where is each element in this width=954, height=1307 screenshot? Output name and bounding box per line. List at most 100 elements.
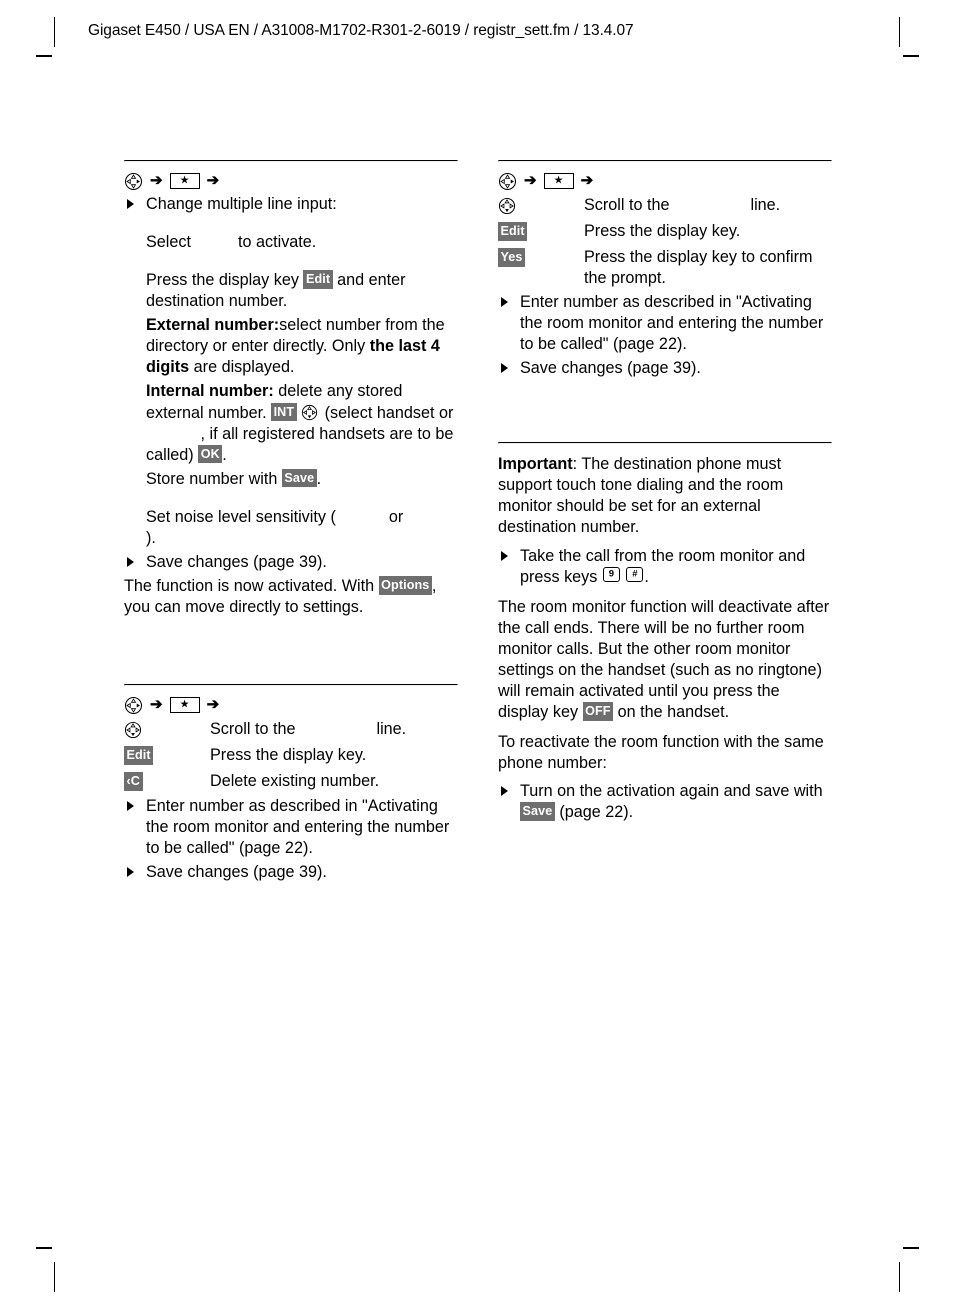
arrow-icon: ➔ bbox=[524, 171, 537, 189]
save-changes-text: Save changes (page 39). bbox=[146, 863, 327, 882]
store-number-paragraph: Store number with Save. bbox=[124, 468, 456, 490]
external-number-paragraph: External number:select number from the d… bbox=[124, 315, 456, 378]
noise-level-or: or bbox=[388, 507, 404, 526]
star-key-icon[interactable] bbox=[543, 173, 574, 189]
navigation-key-icon[interactable] bbox=[124, 721, 143, 740]
take-call-text: Take the call from the room monitor and … bbox=[520, 546, 806, 586]
step-row: Yes Press the display key to confirm the… bbox=[498, 247, 830, 289]
step-description: Scroll to the line. bbox=[210, 719, 456, 740]
navigation-key-icon[interactable] bbox=[301, 404, 320, 423]
softkey-options-badge[interactable]: Options bbox=[378, 575, 432, 595]
section-rule bbox=[498, 441, 832, 444]
step-row: Scroll to the line. bbox=[124, 719, 456, 741]
menu-path-row: ➔ ➔ bbox=[124, 171, 456, 191]
bullet-triangle-icon bbox=[127, 801, 134, 812]
softkey-yes-badge[interactable]: Yes bbox=[498, 248, 526, 267]
crop-mark-bottom-left-horizontal bbox=[36, 1247, 52, 1249]
arrow-icon: ➔ bbox=[150, 171, 163, 189]
bullet-triangle-icon bbox=[501, 786, 508, 797]
select-activate-line: Select to activate. bbox=[124, 232, 456, 253]
deactivate-paragraph: The room monitor function will deactivat… bbox=[498, 597, 830, 723]
softkey-edit-badge[interactable]: Edit bbox=[303, 270, 333, 289]
noise-level-text-end: ). bbox=[146, 528, 156, 547]
bullet-triangle-icon bbox=[127, 556, 134, 567]
softkey-edit-badge[interactable]: Edit bbox=[124, 746, 154, 765]
select-label: Select bbox=[146, 233, 191, 252]
function-activated-text: The function is now activated. With bbox=[124, 576, 375, 595]
list-item: Save changes (page 39). bbox=[498, 358, 830, 379]
activate-label: to activate. bbox=[238, 233, 317, 252]
bullet-triangle-icon bbox=[501, 550, 508, 561]
navigation-key-icon[interactable] bbox=[498, 172, 517, 191]
crop-mark-bottom-right-vertical bbox=[899, 1262, 900, 1292]
scroll-text-end: line. bbox=[750, 196, 781, 214]
menu-path-row: ➔ ➔ bbox=[498, 171, 830, 191]
scroll-text: Scroll to the bbox=[210, 720, 296, 739]
navigation-key-icon[interactable] bbox=[124, 172, 143, 191]
step-key-cell bbox=[498, 195, 584, 217]
arrow-icon: ➔ bbox=[206, 171, 220, 189]
bullet-triangle-icon bbox=[127, 199, 134, 209]
reactivate-paragraph: To reactivate the room function with the… bbox=[498, 733, 824, 773]
bullet-text: Change multiple line input: bbox=[146, 195, 337, 213]
important-label: Important bbox=[498, 454, 573, 473]
key-9-icon[interactable]: 9 bbox=[602, 566, 620, 582]
crop-mark-bottom-right-horizontal bbox=[903, 1247, 919, 1249]
crop-mark-top-right-horizontal bbox=[903, 55, 919, 57]
softkey-int-badge[interactable]: INT bbox=[271, 402, 297, 422]
section-rule bbox=[498, 160, 832, 162]
enter-number-text: Enter number as described in "Activating… bbox=[146, 797, 450, 858]
key-9-label: 9 bbox=[608, 568, 615, 580]
list-item: Save changes (page 39). bbox=[124, 552, 456, 573]
store-number-period: . bbox=[316, 469, 322, 488]
step-row: Edit Press the display key. bbox=[498, 221, 830, 243]
step-key-cell: ‹C bbox=[124, 771, 210, 793]
arrow-icon: ➔ bbox=[150, 695, 163, 713]
important-paragraph: Important: The destination phone must su… bbox=[498, 454, 830, 538]
right-section-2-important: Important: The destination phone must su… bbox=[498, 441, 832, 824]
left-section-2: ➔ ➔ Scroll to the line. bbox=[124, 684, 458, 883]
star-key-icon[interactable] bbox=[169, 173, 200, 189]
softkey-delete-badge[interactable]: ‹C bbox=[124, 772, 143, 791]
navigation-key-icon[interactable] bbox=[498, 197, 517, 216]
crop-mark-bottom-left-vertical bbox=[54, 1262, 55, 1292]
step-description: Scroll to the line. bbox=[584, 195, 830, 216]
external-number-text-end: are displayed. bbox=[189, 358, 295, 377]
step-key-cell: Edit bbox=[498, 221, 584, 243]
navigation-key-icon[interactable] bbox=[124, 696, 143, 715]
right-column: ➔ ➔ Scroll to the line. bbox=[498, 160, 832, 824]
section-rule bbox=[124, 160, 458, 162]
enter-number-text: Enter number as described in "Activating… bbox=[520, 293, 824, 354]
internal-number-text-3: , if all registered handsets are to be c… bbox=[146, 424, 454, 464]
list-item: Save changes (page 39). bbox=[124, 862, 456, 883]
bullet-triangle-icon bbox=[501, 363, 508, 374]
key-hash-icon[interactable]: # bbox=[626, 566, 644, 582]
softkey-off-badge[interactable]: OFF bbox=[582, 702, 614, 721]
softkey-ok-badge[interactable]: OK bbox=[198, 444, 223, 464]
left-section-1: ➔ ➔ Change multiple line input: Select t… bbox=[124, 160, 458, 618]
step-key-cell: Yes bbox=[498, 247, 584, 269]
softkey-save-badge[interactable]: Save bbox=[281, 468, 317, 488]
function-activated-paragraph: The function is now activated. With Opti… bbox=[124, 575, 456, 618]
noise-level-text: Set noise level sensitivity ( bbox=[146, 507, 336, 526]
internal-number-text-4: . bbox=[222, 445, 227, 464]
deactivate-text-2: on the handset. bbox=[617, 703, 730, 722]
key-hash-label: # bbox=[632, 568, 638, 580]
step-key-cell: Edit bbox=[124, 745, 210, 767]
softkey-save-badge[interactable]: Save bbox=[520, 802, 555, 822]
take-call-period: . bbox=[644, 567, 649, 586]
list-item: Turn on the activation again and save wi… bbox=[498, 781, 830, 823]
press-display-key-paragraph: Press the display key Edit and enter des… bbox=[124, 270, 456, 312]
star-key-icon[interactable] bbox=[169, 697, 200, 714]
list-item: Take the call from the room monitor and … bbox=[498, 546, 830, 588]
softkey-edit-badge[interactable]: Edit bbox=[498, 222, 528, 241]
store-number-text: Store number with bbox=[146, 469, 278, 488]
turn-on-text: Turn on the activation again and save wi… bbox=[520, 782, 823, 801]
arrow-icon: ➔ bbox=[580, 171, 594, 189]
save-changes-text: Save changes (page 39). bbox=[520, 359, 701, 378]
external-number-label: External number: bbox=[146, 316, 280, 335]
